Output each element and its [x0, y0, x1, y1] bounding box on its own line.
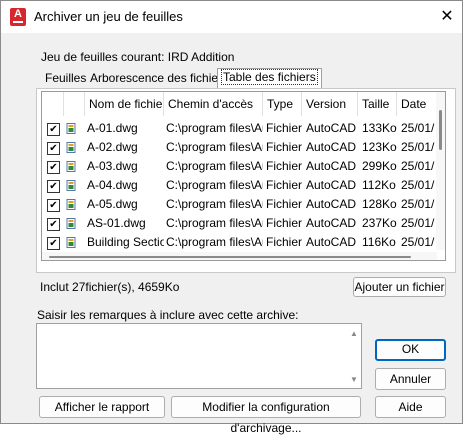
table-row[interactable]: ✔ Building SectionC:\program files\AutFic…	[42, 233, 437, 252]
table-row[interactable]: ✔ A-03.dwg C:\program files\Aut Fichier Auto…	[42, 157, 437, 176]
row-checkbox[interactable]: ✔	[47, 161, 60, 174]
table-row[interactable]: ✔ A-02.dwg C:\program files\Aut Fichier Auto…	[42, 138, 437, 157]
cell-date: 25/01/	[401, 197, 435, 211]
row-checkbox[interactable]: ✔	[47, 123, 60, 136]
current-sheet-set-label: Jeu de feuilles courant: IRD Addition	[41, 50, 235, 64]
archive-dialog: A Archiver un jeu de feuilles ✕ Jeu de f…	[0, 0, 463, 435]
cell-version: AutoCAD 2	[306, 235, 358, 249]
column-header-icon	[64, 92, 85, 116]
row-checkbox[interactable]: ✔	[47, 237, 60, 250]
cell-size: 112Ko	[362, 178, 396, 192]
cell-path: C:\program files\Aut	[166, 197, 263, 211]
cell-version: AutoCAD 2	[306, 121, 358, 135]
ok-button[interactable]: OK	[375, 339, 446, 361]
cell-type: Fichier	[266, 121, 302, 135]
title-bar: A Archiver un jeu de feuilles ✕	[1, 1, 462, 33]
cell-date: 25/01/	[401, 178, 435, 192]
autocad-app-icon: A	[10, 8, 26, 26]
column-header-version[interactable]: Version	[302, 92, 358, 116]
dwg-file-icon	[66, 237, 76, 248]
cell-filename: AS-01.dwg	[87, 216, 146, 230]
cell-version: AutoCAD 2	[306, 159, 358, 173]
cell-type: Fichier	[266, 140, 302, 154]
cell-filename: A-02.dwg	[87, 140, 138, 154]
cell-filename: A-03.dwg	[87, 159, 138, 173]
vertical-scroll-thumb[interactable]	[439, 110, 442, 150]
table-row[interactable]: ✔ A-01.dwg C:\program files\Aut Fichier Auto…	[42, 119, 437, 138]
dwg-file-icon	[66, 180, 76, 191]
tab-sheets[interactable]: Feuilles	[42, 70, 89, 88]
scroll-up-icon[interactable]: ▲	[350, 329, 358, 338]
cell-type: Fichier	[266, 159, 302, 173]
tab-file-table[interactable]: Table des fichiers	[217, 68, 322, 89]
view-report-button[interactable]: Afficher le rapport	[39, 396, 165, 418]
cell-size: 237Ko	[362, 216, 397, 230]
modify-archive-setup-button[interactable]: Modifier la configuration d'archivage...	[171, 396, 361, 435]
add-file-button[interactable]: Ajouter un fichier	[353, 277, 446, 297]
tab-file-tree[interactable]: Arborescence des fichiers	[87, 70, 231, 88]
cell-date: 25/01/	[401, 140, 435, 154]
cell-path: C:\program files\Aut	[166, 178, 263, 192]
cell-size: 123Ko	[362, 140, 397, 154]
cell-path: C:\program files\Aut	[166, 121, 263, 135]
row-checkbox[interactable]: ✔	[47, 142, 60, 155]
column-header-type[interactable]: Type	[263, 92, 302, 116]
dwg-file-icon	[66, 142, 76, 153]
cell-version: AutoCAD 2	[306, 178, 358, 192]
remarks-label: Saisir les remarques à inclure avec cett…	[37, 308, 299, 322]
cell-type: Fichier	[266, 235, 302, 249]
cell-type: Fichier	[266, 197, 302, 211]
column-header-size[interactable]: Taille	[358, 92, 397, 116]
column-header-date[interactable]: Date	[397, 92, 437, 116]
vertical-scrollbar[interactable]	[436, 92, 445, 250]
row-checkbox[interactable]: ✔	[47, 180, 60, 193]
cell-size: 133Ko	[362, 121, 397, 135]
horizontal-scroll-thumb[interactable]	[49, 256, 411, 258]
cell-date: 25/01/	[401, 235, 435, 249]
cell-version: AutoCAD 2	[306, 140, 358, 154]
files-summary: Inclut 27fichier(s), 4659Ko	[40, 280, 180, 294]
row-checkbox[interactable]: ✔	[47, 218, 60, 231]
column-header-filename[interactable]: Nom de fichier	[85, 92, 164, 116]
row-checkbox[interactable]: ✔	[47, 199, 60, 212]
dwg-file-icon	[66, 218, 76, 229]
cell-date: 25/01/	[401, 159, 435, 173]
dwg-file-icon	[66, 161, 76, 172]
table-row[interactable]: ✔ A-05.dwg C:\program files\Aut Fichier Auto…	[42, 195, 437, 214]
cell-version: AutoCAD 2	[306, 197, 358, 211]
cell-size: 128Ko	[362, 197, 397, 211]
column-header-path[interactable]: Chemin d'accès	[164, 92, 263, 116]
cell-filename: A-04.dwg	[87, 178, 138, 192]
file-table[interactable]: Nom de fichier Chemin d'accès Type Versi…	[41, 91, 446, 261]
cell-size: 299Ko	[362, 159, 397, 173]
cancel-button[interactable]: Annuler	[375, 368, 446, 390]
cell-filename: A-05.dwg	[87, 197, 138, 211]
cell-filename: Building Section	[87, 235, 164, 249]
cell-path: C:\program files\Aut	[166, 159, 263, 173]
cell-type: Fichier	[266, 216, 302, 230]
table-row[interactable]: ✔ AS-01.dwg C:\program files\Aut Fichier Aut…	[42, 214, 437, 233]
dialog-title: Archiver un jeu de feuilles	[34, 9, 183, 24]
cell-date: 25/01/	[401, 121, 435, 135]
help-button[interactable]: Aide	[375, 396, 446, 418]
dwg-file-icon	[66, 123, 76, 134]
cell-path: C:\program files\Aut	[166, 140, 263, 154]
remarks-textarea[interactable]: ▲ ▼	[36, 323, 362, 389]
column-header-check	[42, 92, 64, 116]
cell-path: C:\program files\Aut	[166, 216, 263, 230]
cell-date: 25/01/	[401, 216, 435, 230]
cell-path: C:\program files\Aut	[166, 235, 263, 249]
table-row[interactable]: ✔ A-04.dwg C:\program files\Aut Fichier Auto…	[42, 176, 437, 195]
remarks-scrollbar[interactable]: ▲ ▼	[348, 325, 360, 387]
dwg-file-icon	[66, 199, 76, 210]
cell-type: Fichier	[266, 178, 302, 192]
cell-version: AutoCAD 2	[306, 216, 358, 230]
cell-filename: A-01.dwg	[87, 121, 138, 135]
scroll-down-icon[interactable]: ▼	[350, 375, 358, 384]
cell-size: 116Ko	[362, 235, 396, 249]
close-icon[interactable]: ✕	[433, 3, 461, 31]
horizontal-scrollbar[interactable]	[42, 252, 437, 260]
